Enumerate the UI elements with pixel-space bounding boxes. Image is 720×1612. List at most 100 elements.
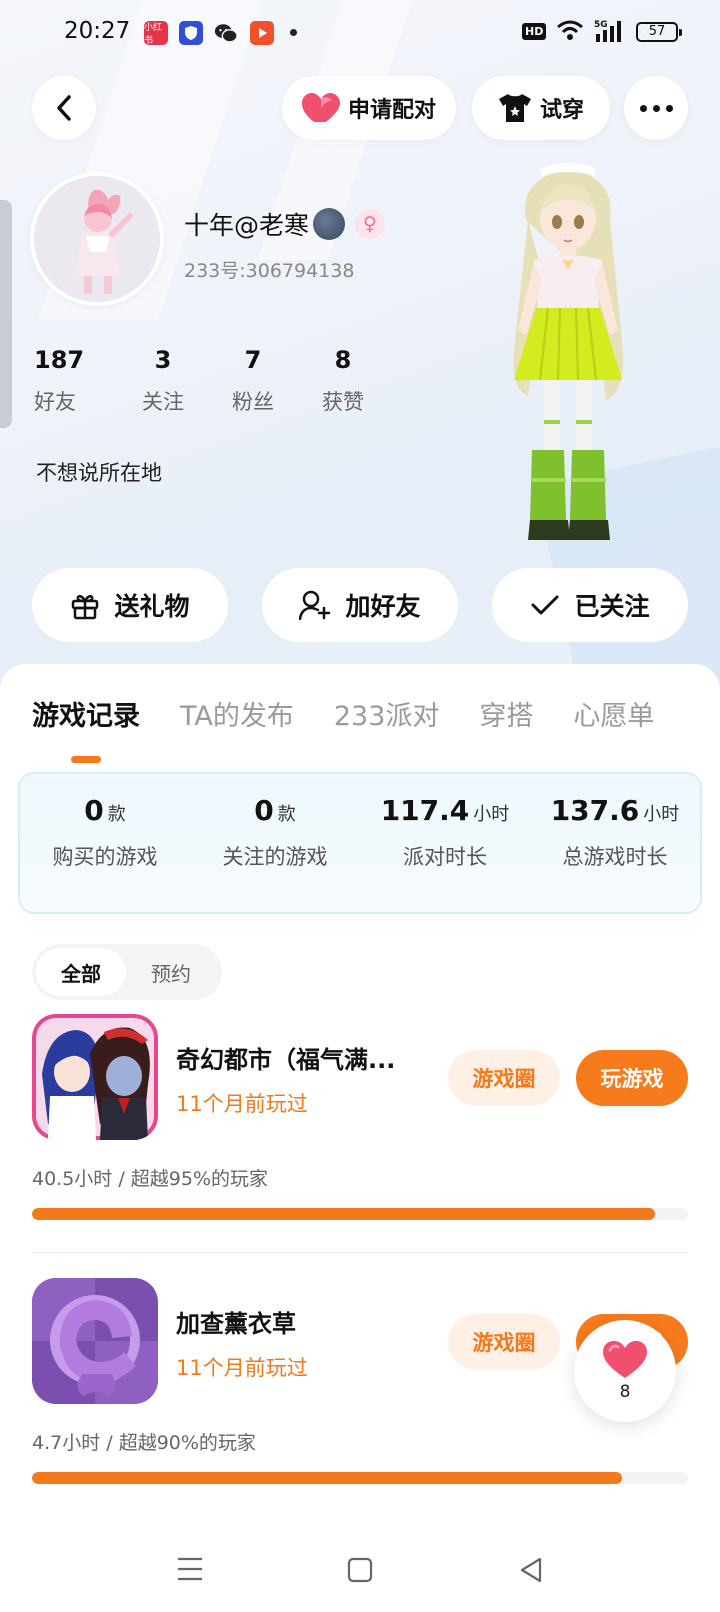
game-name[interactable]: 加查薰衣草	[176, 1304, 426, 1339]
play-progress-fill	[32, 1472, 623, 1484]
summary-value: 0	[84, 794, 104, 827]
game-summary-card: 0款 购买的游戏 0款 关注的游戏 117.4 小时 派对时长 137.6 小时 总…	[18, 772, 702, 914]
status-bar: 20:27 小红书 HD 5G 57	[0, 0, 720, 66]
status-time: 20:27	[64, 18, 131, 44]
play-progress-fill	[32, 1208, 656, 1220]
summary-unit: 款	[107, 804, 126, 825]
tab-bar: 游戏记录 TA的发布 233派对 穿搭 心愿单	[32, 694, 694, 763]
game-icon-fantasy-city[interactable]	[32, 1014, 158, 1140]
summary-value: 117.4	[380, 794, 470, 827]
game-circle-button[interactable]: 游戏圈	[448, 1314, 560, 1370]
tab-outfits[interactable]: 穿搭	[479, 694, 533, 733]
avatar[interactable]	[30, 172, 164, 306]
hd-icon: HD	[522, 23, 547, 40]
stat-value: 3	[154, 346, 172, 374]
home-icon[interactable]	[346, 1556, 374, 1588]
more-dot-icon	[652, 104, 660, 112]
edge-handle[interactable]	[0, 200, 12, 428]
stat-value: 7	[244, 346, 262, 374]
summary-label: 派对时长	[403, 845, 487, 869]
game-play-time: 40.5小时 / 超越95%的玩家	[32, 1168, 269, 1190]
stat-following[interactable]: 3 关注	[118, 346, 208, 416]
divider	[32, 1252, 688, 1253]
followed-button[interactable]: 已关注	[492, 568, 688, 642]
send-gift-label: 送礼物	[114, 592, 190, 621]
game-play-time: 4.7小时 / 超越90%的玩家	[32, 1432, 256, 1454]
tshirt-icon	[498, 94, 531, 122]
signal-5g-icon: 5G	[594, 18, 628, 48]
play-progress-bar	[32, 1208, 688, 1220]
summary-label: 关注的游戏	[222, 845, 328, 869]
summary-party-time: 117.4 小时 派对时长	[360, 774, 530, 912]
tab-wishlist[interactable]: 心愿单	[573, 694, 654, 733]
summary-followed: 0款 关注的游戏	[190, 774, 360, 912]
filter-reserve[interactable]: 预约	[126, 948, 216, 996]
play-progress-bar	[32, 1472, 688, 1484]
match-request-label: 申请配对	[347, 98, 436, 123]
stat-label: 关注	[142, 390, 184, 414]
game-circle-button[interactable]: 游戏圈	[448, 1050, 560, 1106]
tab-posts[interactable]: TA的发布	[180, 694, 294, 733]
more-dot-icon	[639, 104, 647, 112]
stat-friends[interactable]: 187 好友	[34, 346, 118, 416]
new-moon-emoji-icon	[313, 208, 346, 240]
filter-all[interactable]: 全部	[36, 948, 126, 996]
summary-label: 购买的游戏	[52, 845, 158, 869]
battery-icon: 57	[636, 22, 682, 42]
game-item[interactable]: 奇幻都市（福气满... 11个月前玩过 游戏圈 玩游戏 40.5小时 / 超越9…	[32, 1014, 688, 1224]
profile-stats: 187 好友 3 关注 7 粉丝 8 获赞	[34, 346, 388, 416]
user-id: 233号:306794138	[184, 260, 355, 282]
security-app-icon	[179, 21, 203, 45]
more-options-button[interactable]	[624, 76, 688, 140]
nickname: 十年@老寒 ♀	[184, 206, 386, 242]
gift-icon	[72, 595, 99, 620]
notification-dot-icon	[290, 29, 297, 36]
match-request-button[interactable]: 申请配对	[282, 76, 456, 140]
chevron-left-icon	[57, 95, 71, 121]
menu-icon[interactable]	[176, 1556, 204, 1586]
tab-game-records[interactable]: 游戏记录	[32, 694, 140, 763]
add-friend-label: 加好友	[345, 592, 421, 621]
game-last-played: 11个月前玩过	[176, 1092, 308, 1116]
game-filter: 全部 预约	[32, 944, 222, 1000]
summary-label: 总游戏时长	[562, 845, 668, 869]
game-name[interactable]: 奇幻都市（福气满...	[176, 1040, 426, 1075]
stat-fans[interactable]: 7 粉丝	[208, 346, 298, 416]
female-gender-icon: ♀	[355, 209, 386, 239]
game-last-played: 11个月前玩过	[176, 1356, 308, 1380]
checkmark-icon	[531, 595, 559, 615]
stat-value: 187	[34, 346, 85, 374]
system-navigation-bar	[0, 1532, 720, 1612]
stat-likes[interactable]: 8 获赞	[298, 346, 388, 416]
summary-value: 137.6	[550, 794, 640, 827]
summary-unit: 小时	[643, 804, 680, 825]
send-gift-button[interactable]: 送礼物	[32, 568, 228, 642]
summary-purchased: 0款 购买的游戏	[20, 774, 190, 912]
heart-icon	[301, 93, 340, 122]
xiaohongshu-app-icon: 小红书	[144, 21, 168, 46]
video-app-icon	[250, 21, 274, 45]
wechat-app-icon	[214, 21, 238, 45]
play-game-button[interactable]: 玩游戏	[576, 1050, 688, 1106]
summary-total-time: 137.6 小时 总游戏时长	[530, 774, 700, 912]
game-icon-gacha-lavender[interactable]	[32, 1278, 158, 1404]
followed-label: 已关注	[574, 592, 650, 621]
wifi-icon	[556, 19, 584, 45]
try-on-label: 试穿	[539, 98, 584, 123]
try-on-button[interactable]: 试穿	[472, 76, 610, 140]
back-triangle-icon[interactable]	[518, 1556, 546, 1588]
stat-label: 好友	[34, 390, 76, 414]
stat-label: 获赞	[322, 390, 364, 414]
summary-unit: 款	[277, 804, 296, 825]
svg-text:5G: 5G	[594, 20, 608, 30]
stat-label: 粉丝	[232, 390, 274, 414]
character-model[interactable]	[488, 160, 648, 570]
like-button[interactable]: 8	[574, 1320, 676, 1422]
back-button[interactable]	[32, 76, 96, 140]
nickname-text: 十年@老寒	[184, 211, 310, 240]
add-friend-button[interactable]: 加好友	[262, 568, 458, 642]
summary-unit: 小时	[473, 804, 510, 825]
add-user-icon	[299, 590, 331, 620]
tab-party[interactable]: 233派对	[334, 694, 440, 733]
more-dot-icon	[665, 104, 673, 112]
